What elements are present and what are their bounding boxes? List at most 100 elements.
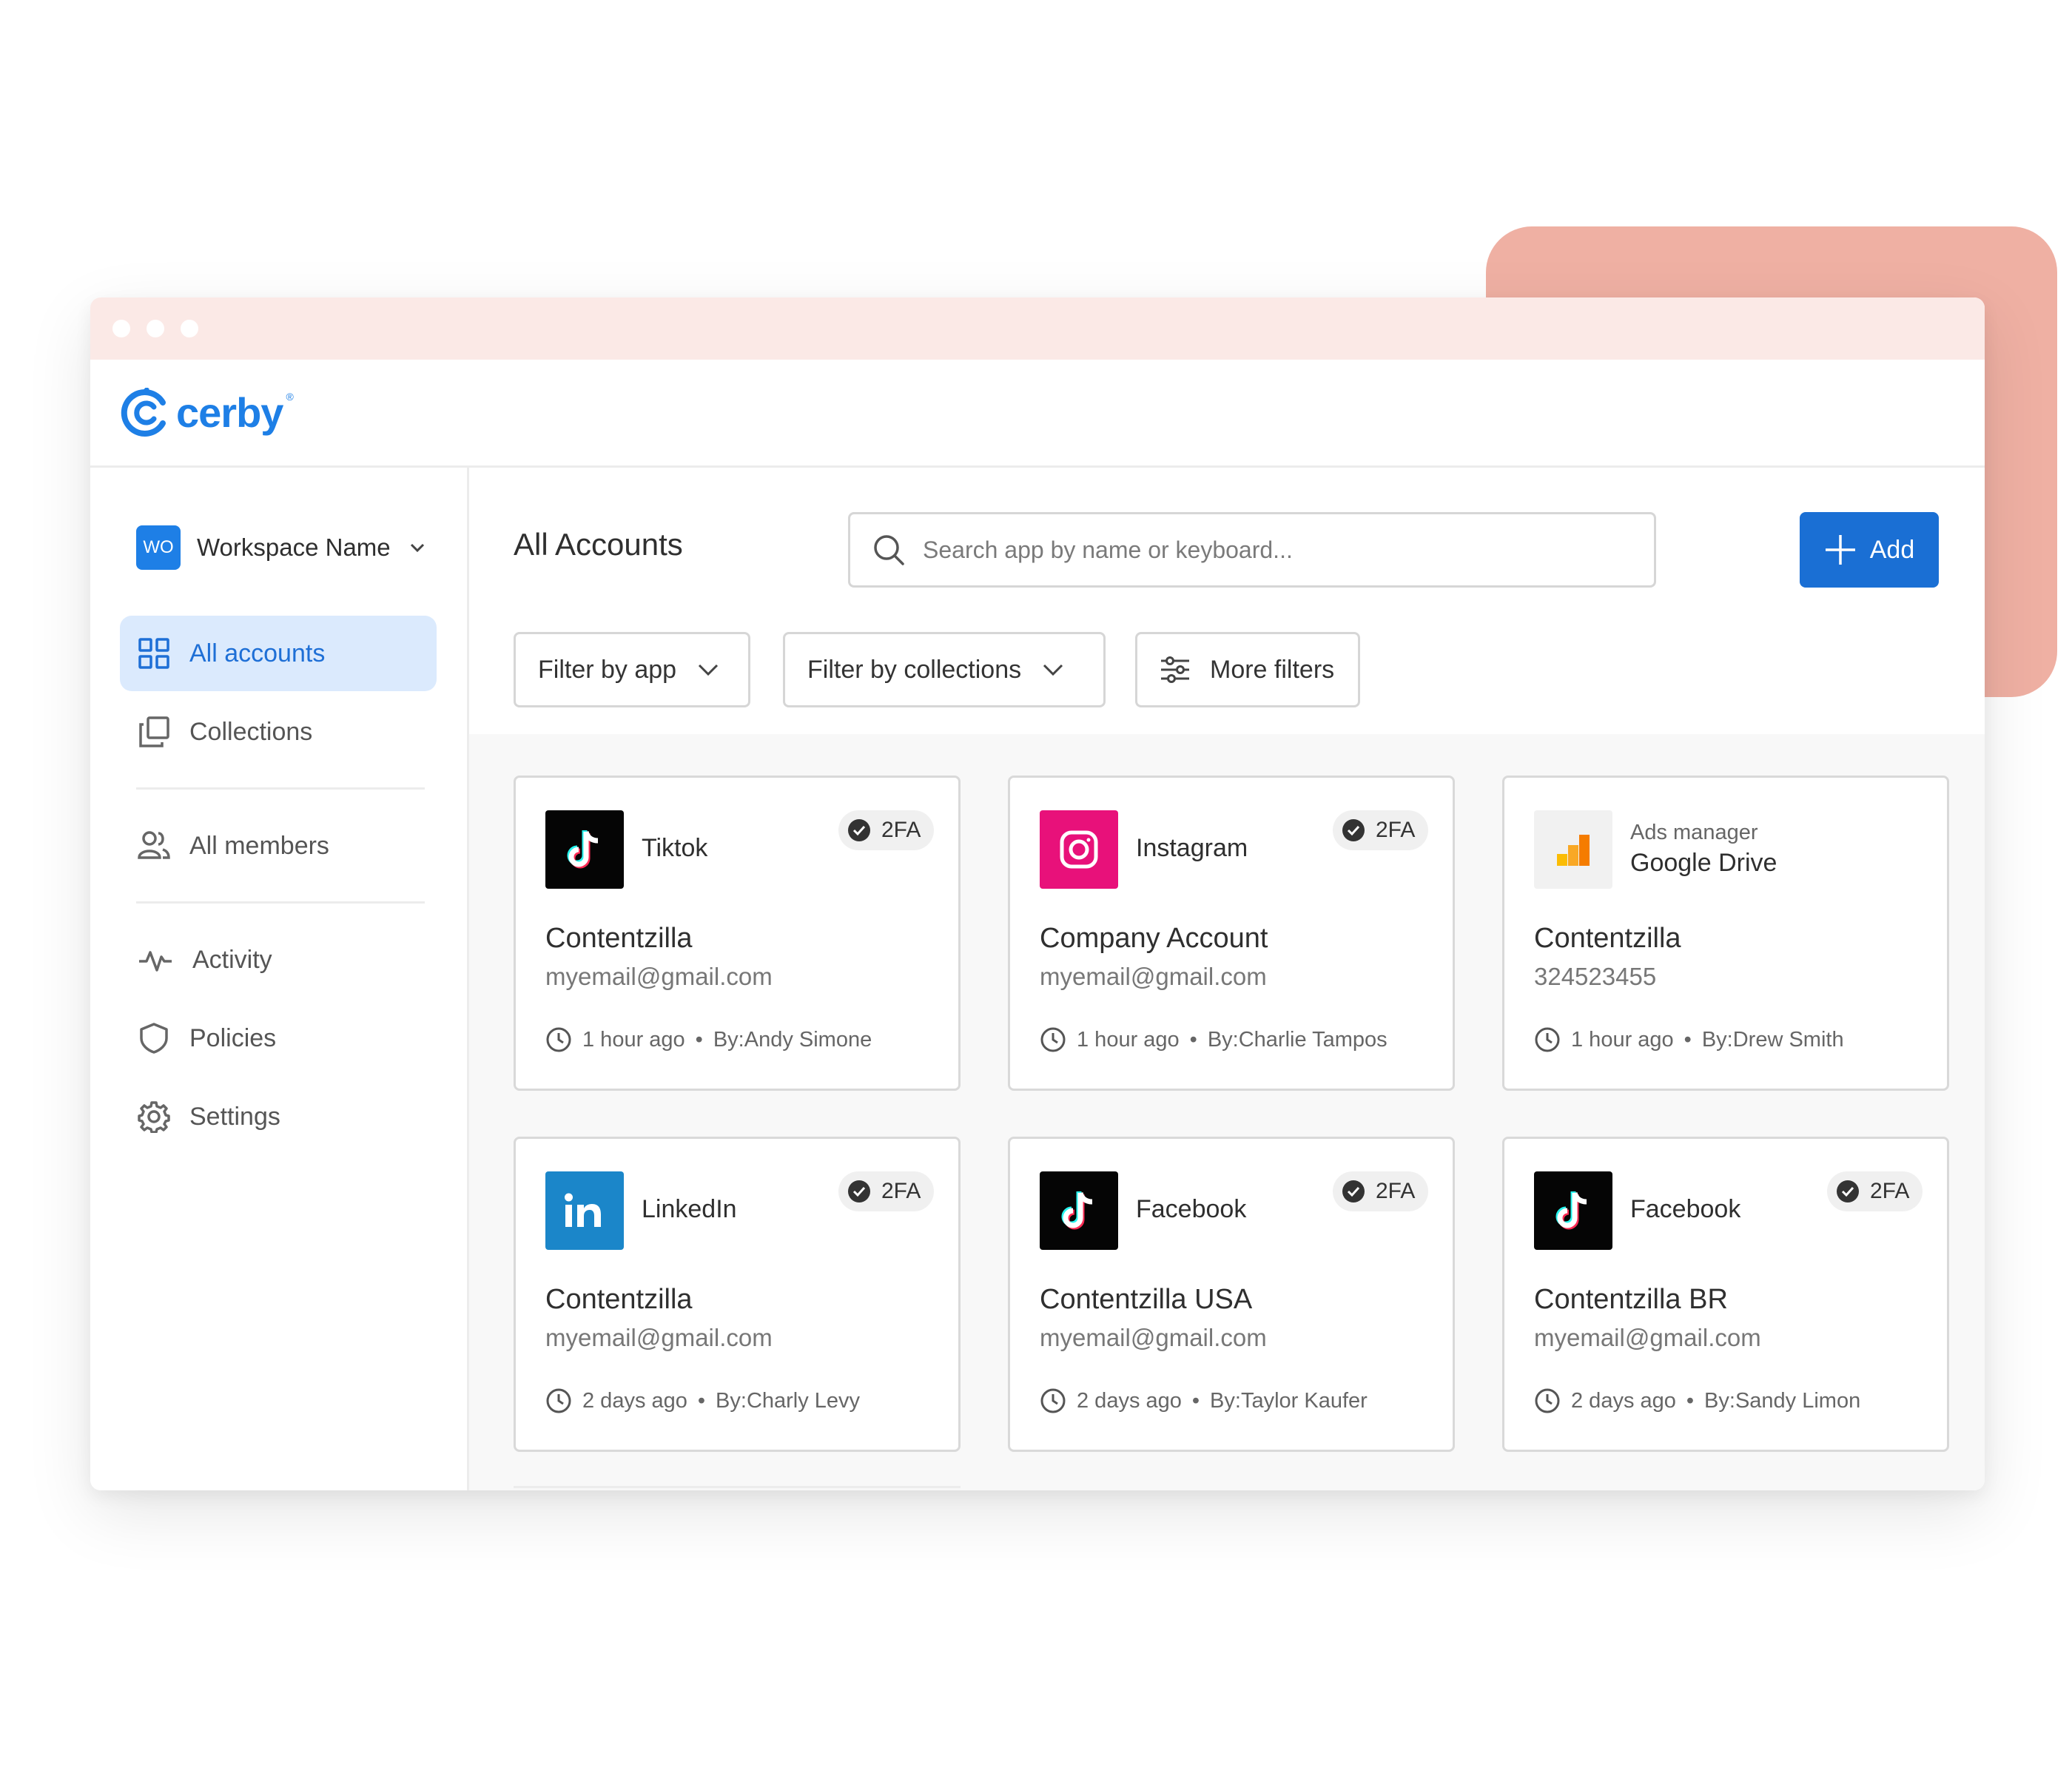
sidebar-item-collections[interactable]: Collections xyxy=(120,694,437,770)
sidebar-item-label: Collections xyxy=(189,717,313,746)
updated-by: By:Sandy Limon xyxy=(1704,1388,1861,1413)
instagram-icon xyxy=(1040,810,1118,889)
main-content: All Accounts Add Filter by app Filter by… xyxy=(469,468,1985,1490)
linkedin-icon xyxy=(545,1171,624,1250)
account-card[interactable]: Facebook 2FA Contentzilla BR myemail@gma… xyxy=(1502,1137,1949,1452)
check-circle-icon xyxy=(848,819,870,841)
tiktok-icon xyxy=(1534,1171,1612,1250)
account-email: myemail@gmail.com xyxy=(1534,1324,1761,1351)
filter-by-app-dropdown[interactable]: Filter by app xyxy=(514,632,750,707)
last-updated: 2 days ago xyxy=(1571,1388,1676,1413)
chevron-down-icon xyxy=(1043,664,1063,676)
search-box[interactable] xyxy=(848,512,1656,588)
account-email: myemail@gmail.com xyxy=(545,1324,773,1351)
window-control-minimize[interactable] xyxy=(147,320,164,337)
account-card[interactable]: Facebook 2FA Contentzilla USA myemail@gm… xyxy=(1008,1137,1455,1452)
app-header: cerby ® xyxy=(90,360,1985,468)
account-meta: 1 hour ago • By:Andy Simone xyxy=(545,1026,872,1053)
members-icon xyxy=(138,831,170,859)
app-name: Google Drive xyxy=(1630,849,1777,877)
two-factor-label: 2FA xyxy=(1870,1179,1910,1203)
last-updated: 1 hour ago xyxy=(582,1027,685,1052)
account-card[interactable]: LinkedIn 2FA Contentzilla myemail@gmail.… xyxy=(514,1137,961,1452)
cerby-logo-icon xyxy=(121,387,166,437)
two-factor-label: 2FA xyxy=(1376,1179,1416,1203)
updated-by: By:Charlie Tampos xyxy=(1207,1027,1388,1052)
app-subtitle: Ads manager xyxy=(1630,821,1758,844)
last-updated: 2 days ago xyxy=(1077,1388,1182,1413)
filter-label: More filters xyxy=(1210,655,1335,684)
clock-icon xyxy=(1535,1027,1560,1052)
sidebar-item-settings[interactable]: Settings xyxy=(120,1079,437,1154)
meta-separator: • xyxy=(1189,1027,1197,1052)
two-factor-badge: 2FA xyxy=(838,1171,935,1211)
account-card[interactable]: Ads manager Google Drive Contentzilla 32… xyxy=(1502,776,1949,1091)
account-name: Contentzilla xyxy=(545,1284,693,1315)
last-updated: 1 hour ago xyxy=(1077,1027,1180,1052)
cerby-logo[interactable]: cerby ® xyxy=(118,387,298,438)
sidebar-item-all-members[interactable]: All members xyxy=(120,808,437,884)
sidebar-item-all-accounts[interactable]: All accounts xyxy=(120,616,437,691)
sidebar-item-activity[interactable]: Activity xyxy=(120,922,437,998)
more-filters-button[interactable]: More filters xyxy=(1135,632,1360,707)
sidebar-item-label: Activity xyxy=(192,945,272,974)
filter-label: Filter by collections xyxy=(807,655,1022,684)
meta-separator: • xyxy=(1684,1027,1692,1052)
account-card[interactable]: Tiktok 2FA Contentzilla myemail@gmail.co… xyxy=(514,776,961,1091)
add-button[interactable]: Add xyxy=(1800,512,1939,588)
meta-separator: • xyxy=(695,1027,703,1052)
search-input[interactable] xyxy=(923,536,1589,564)
window-control-close[interactable] xyxy=(112,320,130,337)
check-circle-icon xyxy=(1342,819,1365,841)
workspace-badge: WO xyxy=(136,525,181,570)
account-email: myemail@gmail.com xyxy=(1040,963,1267,990)
meta-separator: • xyxy=(697,1388,706,1413)
account-name: Contentzilla USA xyxy=(1040,1284,1253,1315)
updated-by: By:Charly Levy xyxy=(716,1388,861,1413)
clock-icon xyxy=(1535,1388,1560,1413)
last-updated: 2 days ago xyxy=(582,1388,687,1413)
next-row-card-edge xyxy=(514,1486,961,1488)
account-id: 324523455 xyxy=(1534,963,1657,990)
page-title: All Accounts xyxy=(514,527,683,562)
updated-by: By:Drew Smith xyxy=(1701,1027,1844,1052)
check-circle-icon xyxy=(1342,1180,1365,1202)
sidebar: WO Workspace Name All accounts Collectio… xyxy=(90,468,469,1490)
account-name: Contentzilla xyxy=(1534,923,1681,954)
account-name: Contentzilla BR xyxy=(1534,1284,1728,1315)
brand-name: cerby xyxy=(176,389,283,436)
main-toolbar: All Accounts Add Filter by app Filter by… xyxy=(469,468,1985,734)
sidebar-item-label: All accounts xyxy=(189,639,326,667)
account-meta: 2 days ago • By:Charly Levy xyxy=(545,1388,860,1414)
account-name: Company Account xyxy=(1040,923,1268,954)
filter-by-collections-dropdown[interactable]: Filter by collections xyxy=(783,632,1106,707)
search-icon xyxy=(874,535,904,565)
workspace-name: Workspace Name xyxy=(197,534,391,561)
check-circle-icon xyxy=(848,1180,870,1202)
two-factor-label: 2FA xyxy=(1376,818,1416,842)
app-window: cerby ® WO Workspace Name All accounts C… xyxy=(90,297,1985,1490)
updated-by: By:Taylor Kaufer xyxy=(1210,1388,1368,1413)
filter-label: Filter by app xyxy=(538,655,677,684)
sidebar-item-label: All members xyxy=(189,831,329,860)
account-name: Contentzilla xyxy=(545,923,693,954)
sidebar-item-policies[interactable]: Policies xyxy=(120,1000,437,1076)
window-control-maximize[interactable] xyxy=(181,320,198,337)
chevron-down-icon xyxy=(410,543,424,553)
account-email: myemail@gmail.com xyxy=(545,963,773,990)
app-name: Facebook xyxy=(1630,1195,1741,1223)
two-factor-badge: 2FA xyxy=(838,810,935,850)
sliders-icon xyxy=(1161,656,1189,683)
check-circle-icon xyxy=(1837,1180,1859,1202)
workspace-switcher[interactable]: WO Workspace Name xyxy=(136,525,428,570)
tiktok-icon xyxy=(1040,1171,1118,1250)
clock-icon xyxy=(1040,1388,1066,1413)
chevron-down-icon xyxy=(699,664,719,676)
grid-icon xyxy=(138,638,169,669)
account-card[interactable]: Instagram 2FA Company Account myemail@gm… xyxy=(1008,776,1455,1091)
collections-icon xyxy=(139,716,169,747)
two-factor-badge: 2FA xyxy=(1333,1171,1429,1211)
app-name: Facebook xyxy=(1136,1195,1247,1223)
sidebar-item-label: Settings xyxy=(189,1102,280,1131)
brand-trademark: ® xyxy=(286,390,294,403)
